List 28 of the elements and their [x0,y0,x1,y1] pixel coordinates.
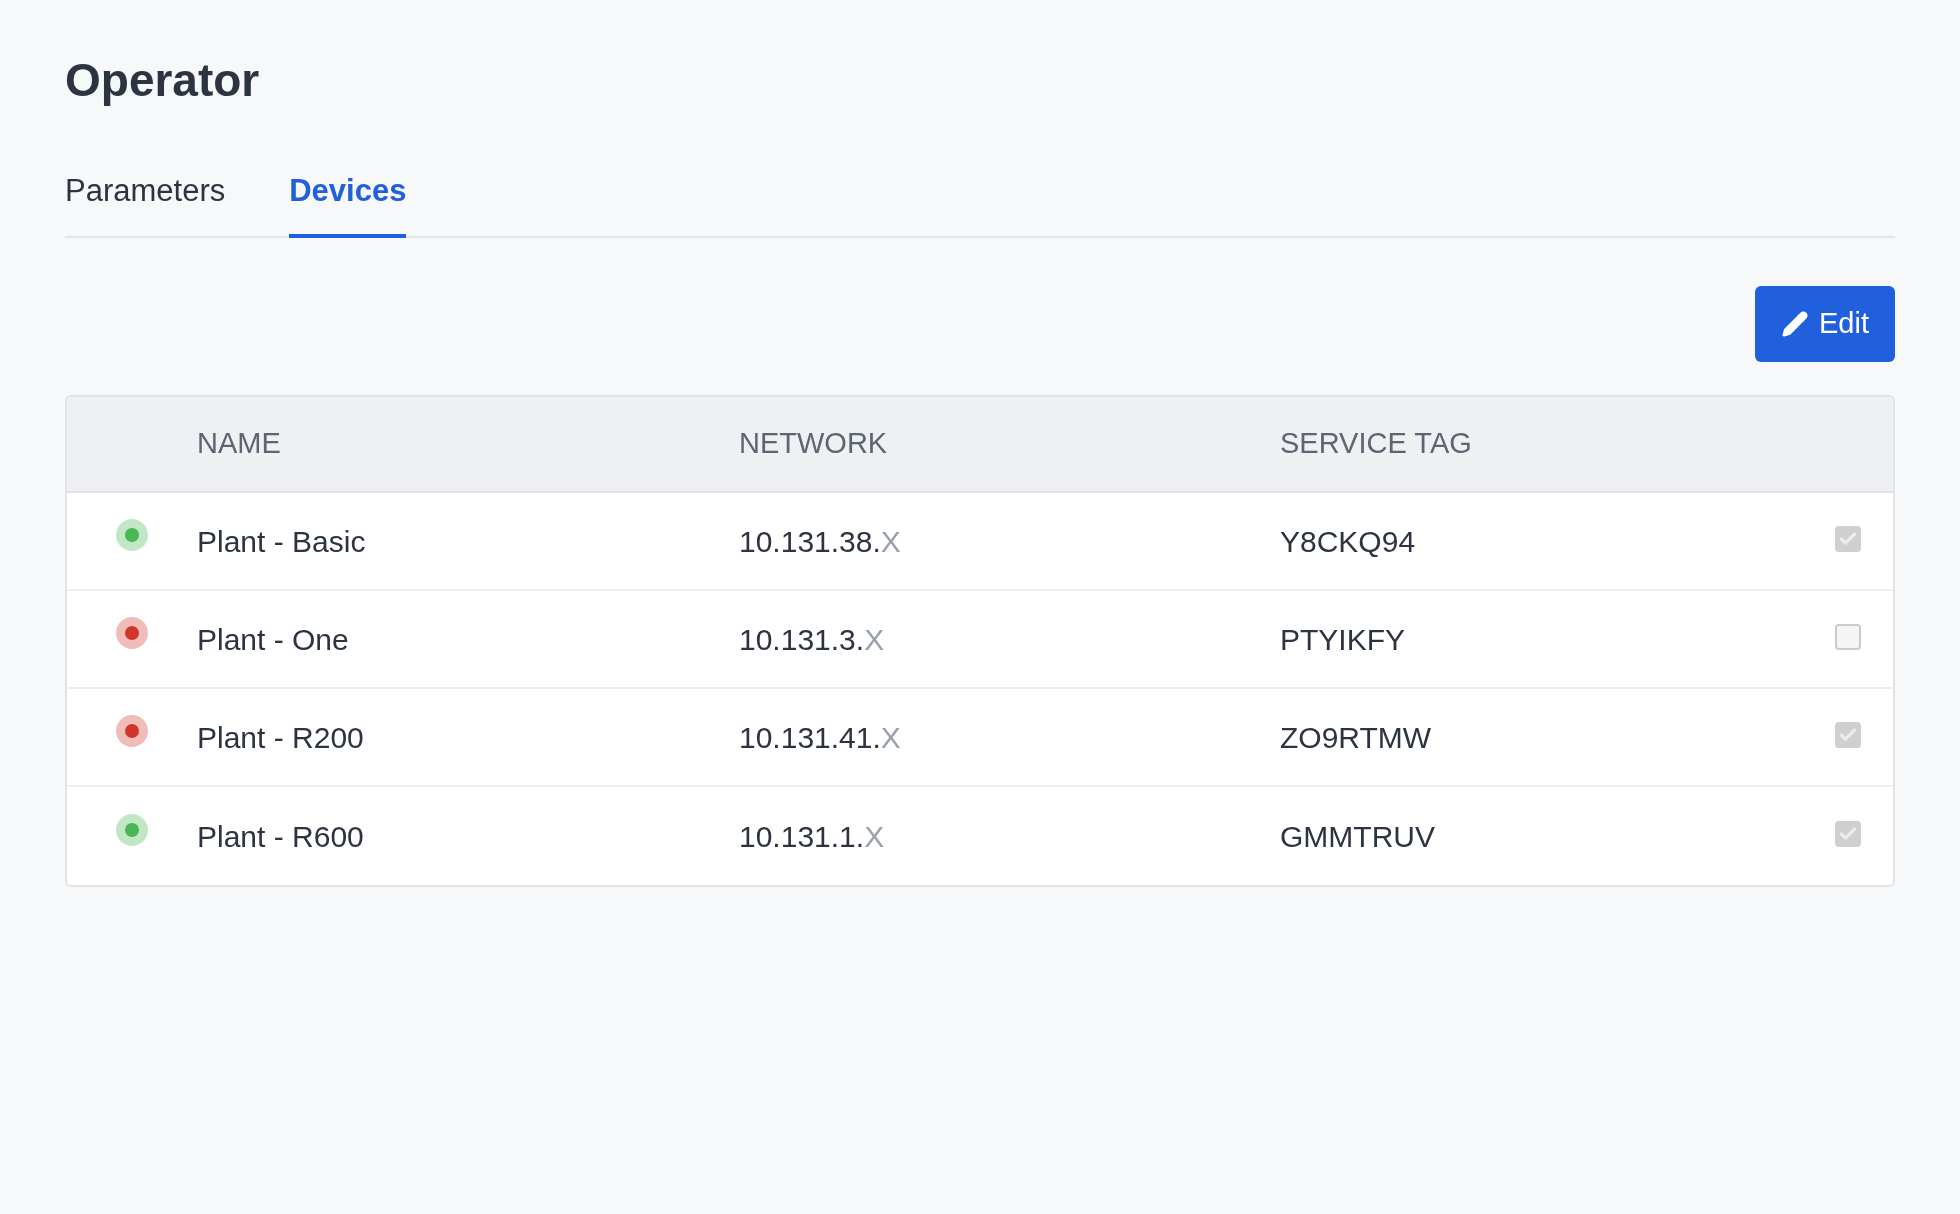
network-wildcard: X [864,621,885,658]
network-wildcard: X [880,523,901,560]
column-header: SERVICE TAG [1280,426,1472,462]
edit-button[interactable]: Edit [1755,286,1895,362]
page-title: Operator [65,53,261,108]
network-address: 10.131.3. [739,621,865,658]
service-tag: PTYIKFY [1280,616,1406,662]
service-tag: Y8CKQ94 [1280,518,1416,564]
device-name: Plant - R600 [197,818,364,855]
pencil-icon [1781,310,1809,338]
network-wildcard: X [864,818,885,855]
checkbox[interactable] [1835,722,1861,748]
tab[interactable]: Parameters [65,167,226,238]
network-address: 10.131.41. [739,719,881,756]
tab[interactable]: Devices [289,167,407,238]
device-name: Plant - One [197,621,349,658]
checkbox[interactable] [1835,821,1861,847]
checkbox[interactable] [1835,526,1861,552]
network-address: 10.131.1. [739,818,865,855]
network-address: 10.131.38. [739,523,881,560]
column-header: NAME [197,426,281,462]
column-header: NETWORK [739,426,888,462]
checkbox[interactable] [1835,624,1861,650]
device-name: Plant - R200 [197,719,364,756]
network-wildcard: X [880,719,901,756]
device-name: Plant - Basic [197,523,366,560]
service-tag: GMMTRUV [1280,813,1435,859]
service-tag: ZO9RTMW [1280,714,1432,760]
